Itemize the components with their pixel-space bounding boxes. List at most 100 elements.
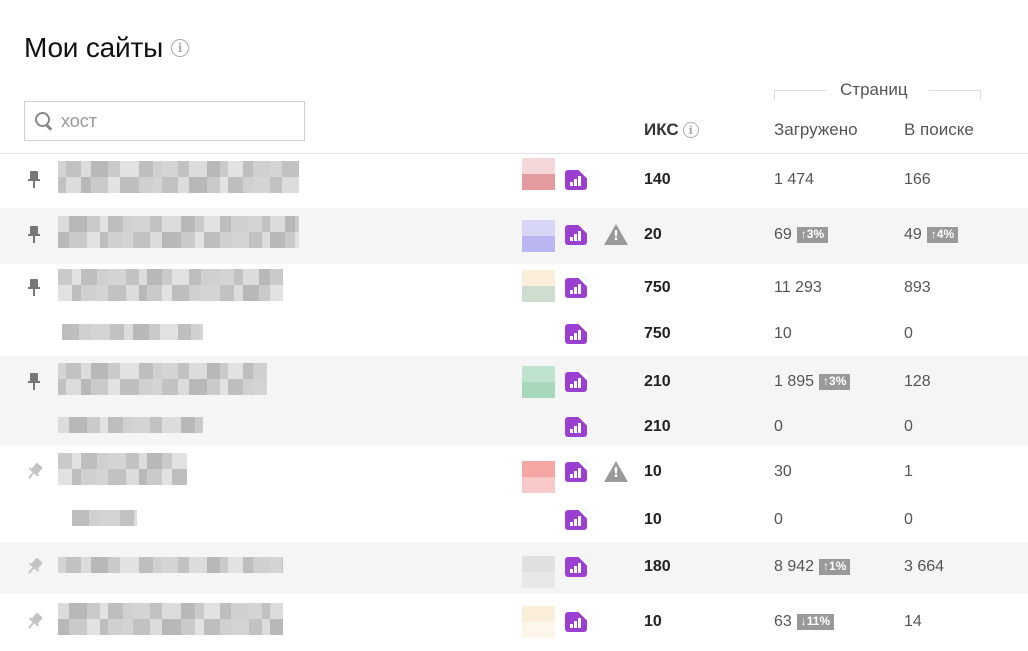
site-host-blurred[interactable] — [72, 510, 137, 526]
blur-cell — [204, 603, 220, 619]
pin-icon[interactable] — [22, 555, 46, 579]
site-host-blurred[interactable] — [58, 603, 283, 619]
site-favicon — [522, 461, 555, 493]
blur-cell — [234, 269, 243, 285]
table-row[interactable]: 750 11 293 893 — [0, 264, 1028, 314]
site-host-blurred[interactable] — [58, 161, 299, 177]
blur-cell — [123, 216, 133, 232]
metrica-icon[interactable] — [565, 324, 587, 344]
favicon-bottom — [522, 286, 555, 302]
site-host-blurred[interactable] — [58, 417, 203, 433]
metrica-icon[interactable] — [565, 372, 587, 392]
blur-cell — [58, 216, 69, 232]
pin-icon[interactable] — [26, 373, 42, 391]
blur-cell — [178, 161, 189, 177]
blur-cell — [295, 216, 299, 232]
blur-cell — [91, 363, 108, 379]
metrica-bar — [570, 237, 573, 241]
blur-cell — [91, 177, 108, 193]
blur-cell — [108, 417, 123, 433]
metrica-icon[interactable] — [565, 612, 587, 632]
metrica-bar — [574, 287, 577, 294]
blur-cell — [228, 379, 243, 395]
pin-icon[interactable] — [26, 171, 42, 189]
site-host-blurred[interactable] — [58, 379, 267, 395]
loaded-value: 10 — [774, 325, 792, 343]
site-host-blurred[interactable] — [58, 232, 299, 248]
blur-cell — [149, 324, 160, 340]
pin-icon[interactable] — [26, 279, 42, 297]
table-row[interactable]: 180 8 942 ↑1% 3 664 — [0, 542, 1028, 594]
column-header-loaded[interactable]: Загружено — [774, 120, 858, 140]
metrica-bar — [570, 429, 573, 433]
blur-cell — [220, 216, 231, 232]
site-host-blurred[interactable] — [58, 363, 267, 379]
metrica-bar — [570, 522, 573, 526]
search-input[interactable] — [61, 110, 291, 132]
warning-icon[interactable]: ! — [604, 461, 628, 483]
site-host-blurred[interactable] — [58, 285, 283, 301]
metrica-icon[interactable] — [565, 417, 587, 437]
site-host-blurred[interactable] — [58, 469, 187, 485]
column-header-iks-label: ИКС — [644, 120, 679, 139]
table-row[interactable]: 10 0 0 — [0, 500, 1028, 542]
site-host-blurred[interactable] — [58, 269, 283, 285]
loaded-count: 69 — [774, 226, 792, 243]
metrica-icon[interactable] — [565, 225, 587, 245]
site-host-blurred[interactable] — [58, 177, 299, 193]
pin-icon[interactable] — [22, 610, 46, 634]
column-header-in-search[interactable]: В поиске — [904, 120, 974, 140]
blur-cell — [178, 363, 189, 379]
warning-icon[interactable]: ! — [604, 224, 628, 246]
table-row[interactable]: 140 1 474 166 — [0, 154, 1028, 208]
in-search-value: 893 — [904, 279, 931, 297]
blur-cell — [172, 285, 189, 301]
site-host-blurred[interactable] — [58, 619, 283, 635]
pin-needle — [28, 567, 35, 574]
info-icon[interactable]: i — [171, 39, 189, 57]
blur-cell — [249, 619, 262, 635]
search-box[interactable] — [24, 101, 305, 141]
column-header-iks[interactable]: ИКС i — [644, 120, 699, 140]
loaded-value: 1 895 ↑3% — [774, 373, 851, 391]
blur-cell — [69, 232, 87, 248]
blur-cell — [162, 379, 178, 395]
metrica-icon[interactable] — [565, 462, 587, 482]
blur-cell — [120, 363, 139, 379]
favicon-bottom — [522, 382, 555, 398]
table-row[interactable]: ! 20 69 ↑3% 49 ↑4% — [0, 208, 1028, 264]
blur-cell — [285, 216, 295, 232]
pin-icon[interactable] — [26, 226, 42, 244]
blur-cell — [172, 269, 189, 285]
metrica-bar — [574, 381, 577, 388]
table-row[interactable]: 750 10 0 — [0, 314, 1028, 356]
iks-info-icon[interactable]: i — [682, 122, 699, 138]
table-row[interactable]: 210 1 895 ↑3% 128 — [0, 356, 1028, 410]
blur-cell — [81, 379, 91, 395]
site-host-blurred[interactable] — [58, 453, 187, 469]
site-host-blurred[interactable] — [58, 557, 283, 573]
blur-cell — [97, 285, 108, 301]
blur-cell — [126, 469, 139, 485]
metrica-icon[interactable] — [565, 510, 587, 530]
blur-cell — [97, 269, 108, 285]
table-row[interactable]: 210 0 0 — [0, 410, 1028, 446]
metrica-icon[interactable] — [565, 278, 587, 298]
blur-cell — [58, 469, 72, 485]
metrica-icon[interactable] — [565, 170, 587, 190]
favicon-bottom — [522, 174, 555, 190]
warning-mark: ! — [613, 466, 619, 481]
site-host-blurred[interactable] — [62, 324, 203, 340]
blur-cell — [201, 269, 220, 285]
in-search-count: 0 — [904, 511, 913, 528]
blur-cell — [282, 177, 299, 193]
table-row[interactable]: ! 10 30 1 — [0, 446, 1028, 500]
metrica-icon[interactable] — [565, 557, 587, 577]
table-row[interactable]: 10 63 ↓11% 14 — [0, 594, 1028, 651]
favicon-top — [522, 158, 555, 174]
pin-icon[interactable] — [22, 460, 46, 484]
site-host-blurred[interactable] — [58, 216, 299, 232]
blur-cell — [66, 557, 81, 573]
metrica-bar — [574, 234, 577, 241]
blur-cell — [147, 453, 162, 469]
